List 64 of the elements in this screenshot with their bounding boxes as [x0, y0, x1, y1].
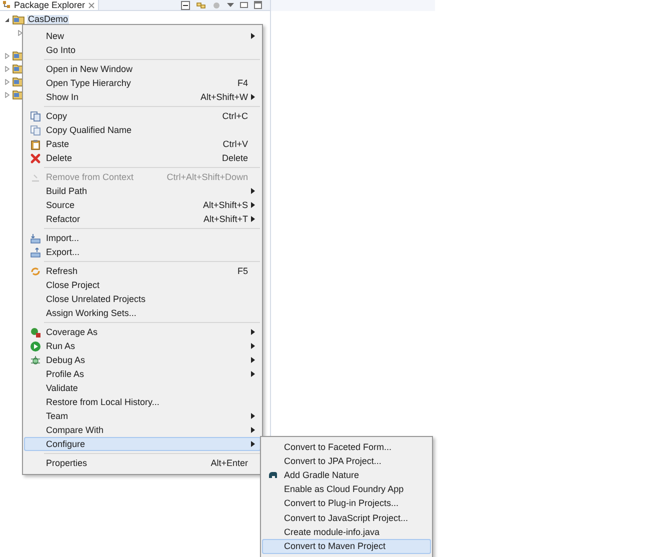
collapse-arrow-icon[interactable]: [4, 16, 10, 22]
close-icon[interactable]: [88, 2, 96, 8]
expand-arrow-icon[interactable]: [4, 92, 10, 98]
menu-item[interactable]: Open in New Window: [24, 62, 261, 76]
menu-item[interactable]: Validate: [24, 381, 261, 395]
panel-title: Package Explorer: [14, 0, 86, 10]
menu-item[interactable]: Source Alt+Shift+S: [24, 198, 261, 212]
menu-item[interactable]: Configure: [24, 437, 261, 451]
expand-arrow-icon[interactable]: [4, 66, 10, 72]
menu-item[interactable]: Coverage As: [24, 325, 261, 339]
menu-item[interactable]: Convert to JavaScript Project...: [262, 510, 431, 526]
delete-icon: [30, 152, 40, 164]
menu-item[interactable]: New: [24, 29, 261, 43]
menu-item[interactable]: Assign Working Sets...: [24, 306, 261, 320]
maximize-icon[interactable]: [254, 1, 262, 9]
refresh-icon: [30, 266, 40, 276]
menu-item[interactable]: Build Path: [24, 184, 261, 198]
copy-icon: [30, 124, 40, 136]
import-icon: [30, 232, 40, 244]
copy-icon: [30, 110, 40, 122]
menu-item[interactable]: Import...: [24, 231, 261, 245]
menu-item[interactable]: Paste Ctrl+V: [24, 137, 261, 151]
menu-item[interactable]: Profile As: [24, 367, 261, 381]
menu-item[interactable]: Open Type Hierarchy F4: [24, 76, 261, 90]
menu-item[interactable]: Add Gradle Nature: [262, 468, 431, 483]
menu-item[interactable]: Copy Qualified Name: [24, 123, 261, 137]
menu-item[interactable]: Convert to Faceted Form...: [262, 440, 431, 454]
menu-item[interactable]: Close Project: [24, 278, 261, 292]
expand-arrow-icon[interactable]: [4, 52, 10, 58]
clipboard-icon: [30, 138, 40, 150]
menu-item[interactable]: Convert to Plug-in Projects...: [262, 496, 431, 511]
menu-item[interactable]: Restore from Local History...: [24, 395, 261, 409]
export-icon: [30, 246, 40, 258]
expand-arrow-icon[interactable]: [4, 78, 10, 84]
project-folder-icon: [12, 14, 25, 25]
menu-item[interactable]: Convert to Maven Project: [262, 539, 431, 554]
menu-item[interactable]: Refresh F5: [24, 264, 261, 278]
minimize-icon[interactable]: [240, 2, 248, 8]
run-icon: [30, 340, 40, 352]
view-menu-icon[interactable]: [227, 2, 234, 8]
expand-arrow-icon[interactable]: [17, 30, 23, 36]
coverage-icon: [30, 326, 40, 338]
menu-item[interactable]: Enable as Cloud Foundry App: [262, 482, 431, 497]
tree-item[interactable]: CasDemo: [27, 15, 70, 24]
menu-item[interactable]: Delete Delete: [24, 151, 261, 165]
menu-item[interactable]: Show In Alt+Shift+W: [24, 90, 261, 104]
package-icon: [3, 1, 11, 9]
link-icon[interactable]: [196, 0, 206, 10]
menu-item[interactable]: Compare With: [24, 423, 261, 437]
menu-item[interactable]: Run As: [24, 339, 261, 353]
menu-item[interactable]: Team: [24, 409, 261, 423]
menu-item[interactable]: Convert to JPA Project...: [262, 454, 431, 468]
menu-item[interactable]: Create module-info.java: [262, 525, 431, 540]
menu-item[interactable]: Go Into: [24, 43, 261, 57]
bug-icon: [30, 354, 40, 366]
menu-item[interactable]: Export...: [24, 245, 261, 259]
menu-item[interactable]: Copy Ctrl+C: [24, 109, 261, 123]
menu-item[interactable]: Debug As: [24, 353, 261, 367]
remove-icon: [30, 172, 40, 182]
menu-item[interactable]: Refactor Alt+Shift+T: [24, 212, 261, 226]
collapse-all-icon[interactable]: [181, 0, 190, 10]
menu-item[interactable]: Close Unrelated Projects: [24, 292, 261, 306]
menu-item[interactable]: Properties Alt+Enter: [24, 456, 261, 470]
view-tab[interactable]: Package Explorer: [0, 0, 100, 10]
